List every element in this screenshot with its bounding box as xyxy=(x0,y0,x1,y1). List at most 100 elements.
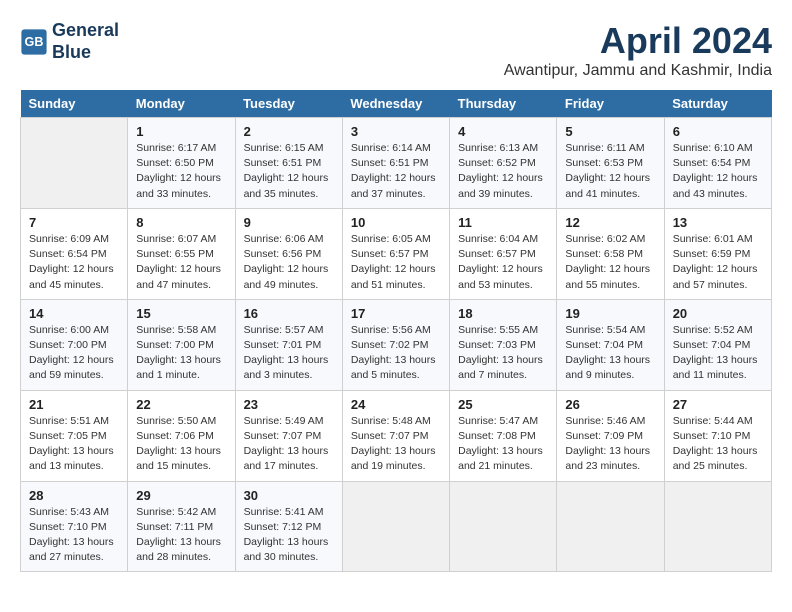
day-info: Sunrise: 6:04 AMSunset: 6:57 PMDaylight:… xyxy=(458,232,548,293)
calendar-cell: 8 Sunrise: 6:07 AMSunset: 6:55 PMDaylight… xyxy=(128,208,235,299)
calendar-header-row: SundayMondayTuesdayWednesdayThursdayFrid… xyxy=(21,90,772,118)
logo-icon: GB xyxy=(20,28,48,56)
day-number: 21 xyxy=(29,397,119,412)
day-number: 5 xyxy=(565,124,655,139)
calendar-cell: 26Sunrise: 5:46 AMSunset: 7:09 PMDayligh… xyxy=(557,390,664,481)
day-number: 11 xyxy=(458,215,548,230)
calendar-table: SundayMondayTuesdayWednesdayThursdayFrid… xyxy=(20,90,772,572)
calendar-cell: 29 Sunrise: 5:42 AMSunset: 7:11 PMDayligh… xyxy=(128,481,235,572)
calendar-cell xyxy=(342,481,449,572)
day-info: Sunrise: 5:54 AMSunset: 7:04 PMDaylight:… xyxy=(565,323,655,384)
day-number: 27 xyxy=(673,397,763,412)
day-number: 14 xyxy=(29,306,119,321)
title-block: April 2024 Awantipur, Jammu and Kashmir,… xyxy=(504,20,772,80)
day-info: Sunrise: 6:09 AMSunset: 6:54 PMDaylight:… xyxy=(29,232,119,293)
col-header-monday: Monday xyxy=(128,90,235,118)
calendar-cell: 15 Sunrise: 5:58 AMSunset: 7:00 PMDayligh… xyxy=(128,299,235,390)
day-number: 28 xyxy=(29,488,119,503)
day-number: 15 xyxy=(136,306,226,321)
calendar-cell: 4 Sunrise: 6:13 AMSunset: 6:52 PMDaylight… xyxy=(450,118,557,209)
day-info: Sunrise: 5:50 AMSunset: 7:06 PMDaylight:… xyxy=(136,414,226,475)
day-info: Sunrise: 6:17 AMSunset: 6:50 PMDaylight:… xyxy=(136,141,226,202)
col-header-friday: Friday xyxy=(557,90,664,118)
logo: GB General Blue xyxy=(20,20,119,63)
day-number: 3 xyxy=(351,124,441,139)
week-row-3: 14Sunrise: 6:00 AMSunset: 7:00 PMDayligh… xyxy=(21,299,772,390)
day-number: 6 xyxy=(673,124,763,139)
day-info: Sunrise: 5:46 AMSunset: 7:09 PMDaylight:… xyxy=(565,414,655,475)
day-number: 24 xyxy=(351,397,441,412)
calendar-cell: 6 Sunrise: 6:10 AMSunset: 6:54 PMDaylight… xyxy=(664,118,771,209)
col-header-saturday: Saturday xyxy=(664,90,771,118)
col-header-thursday: Thursday xyxy=(450,90,557,118)
day-number: 23 xyxy=(244,397,334,412)
logo-line2: Blue xyxy=(52,42,119,64)
calendar-cell: 17 Sunrise: 5:56 AMSunset: 7:02 PMDayligh… xyxy=(342,299,449,390)
day-number: 17 xyxy=(351,306,441,321)
week-row-4: 21Sunrise: 5:51 AMSunset: 7:05 PMDayligh… xyxy=(21,390,772,481)
page-header: GB General Blue April 2024 Awantipur, Ja… xyxy=(20,20,772,80)
col-header-sunday: Sunday xyxy=(21,90,128,118)
month-title: April 2024 xyxy=(504,20,772,62)
day-info: Sunrise: 5:56 AMSunset: 7:02 PMDaylight:… xyxy=(351,323,441,384)
week-row-2: 7 Sunrise: 6:09 AMSunset: 6:54 PMDaylight… xyxy=(21,208,772,299)
day-info: Sunrise: 6:11 AMSunset: 6:53 PMDaylight:… xyxy=(565,141,655,202)
calendar-cell: 20 Sunrise: 5:52 AMSunset: 7:04 PMDayligh… xyxy=(664,299,771,390)
day-number: 20 xyxy=(673,306,763,321)
day-info: Sunrise: 5:48 AMSunset: 7:07 PMDaylight:… xyxy=(351,414,441,475)
calendar-cell: 14Sunrise: 6:00 AMSunset: 7:00 PMDayligh… xyxy=(21,299,128,390)
day-number: 7 xyxy=(29,215,119,230)
calendar-cell: 1 Sunrise: 6:17 AMSunset: 6:50 PMDaylight… xyxy=(128,118,235,209)
day-info: Sunrise: 5:42 AMSunset: 7:11 PMDaylight:… xyxy=(136,505,226,566)
day-info: Sunrise: 6:07 AMSunset: 6:55 PMDaylight:… xyxy=(136,232,226,293)
calendar-cell: 19 Sunrise: 5:54 AMSunset: 7:04 PMDayligh… xyxy=(557,299,664,390)
day-info: Sunrise: 6:15 AMSunset: 6:51 PMDaylight:… xyxy=(244,141,334,202)
day-number: 29 xyxy=(136,488,226,503)
day-number: 12 xyxy=(565,215,655,230)
calendar-cell: 25Sunrise: 5:47 AMSunset: 7:08 PMDayligh… xyxy=(450,390,557,481)
day-info: Sunrise: 6:10 AMSunset: 6:54 PMDaylight:… xyxy=(673,141,763,202)
calendar-cell: 12Sunrise: 6:02 AMSunset: 6:58 PMDayligh… xyxy=(557,208,664,299)
day-info: Sunrise: 5:55 AMSunset: 7:03 PMDaylight:… xyxy=(458,323,548,384)
calendar-cell xyxy=(557,481,664,572)
calendar-cell: 9Sunrise: 6:06 AMSunset: 6:56 PMDaylight… xyxy=(235,208,342,299)
calendar-cell: 27Sunrise: 5:44 AMSunset: 7:10 PMDayligh… xyxy=(664,390,771,481)
day-info: Sunrise: 6:01 AMSunset: 6:59 PMDaylight:… xyxy=(673,232,763,293)
calendar-cell xyxy=(664,481,771,572)
day-number: 25 xyxy=(458,397,548,412)
day-number: 1 xyxy=(136,124,226,139)
day-number: 16 xyxy=(244,306,334,321)
logo-text: General Blue xyxy=(52,20,119,63)
calendar-cell: 13Sunrise: 6:01 AMSunset: 6:59 PMDayligh… xyxy=(664,208,771,299)
day-number: 8 xyxy=(136,215,226,230)
calendar-cell: 7 Sunrise: 6:09 AMSunset: 6:54 PMDaylight… xyxy=(21,208,128,299)
day-number: 22 xyxy=(136,397,226,412)
day-number: 2 xyxy=(244,124,334,139)
day-info: Sunrise: 5:49 AMSunset: 7:07 PMDaylight:… xyxy=(244,414,334,475)
day-info: Sunrise: 5:58 AMSunset: 7:00 PMDaylight:… xyxy=(136,323,226,384)
day-info: Sunrise: 6:13 AMSunset: 6:52 PMDaylight:… xyxy=(458,141,548,202)
calendar-cell: 22 Sunrise: 5:50 AMSunset: 7:06 PMDayligh… xyxy=(128,390,235,481)
day-number: 4 xyxy=(458,124,548,139)
logo-line1: General xyxy=(52,20,119,42)
day-number: 19 xyxy=(565,306,655,321)
calendar-cell: 2 Sunrise: 6:15 AMSunset: 6:51 PMDaylight… xyxy=(235,118,342,209)
calendar-cell: 10Sunrise: 6:05 AMSunset: 6:57 PMDayligh… xyxy=(342,208,449,299)
calendar-cell: 24 Sunrise: 5:48 AMSunset: 7:07 PMDayligh… xyxy=(342,390,449,481)
day-info: Sunrise: 6:05 AMSunset: 6:57 PMDaylight:… xyxy=(351,232,441,293)
day-info: Sunrise: 6:14 AMSunset: 6:51 PMDaylight:… xyxy=(351,141,441,202)
day-number: 18 xyxy=(458,306,548,321)
day-number: 30 xyxy=(244,488,334,503)
col-header-tuesday: Tuesday xyxy=(235,90,342,118)
location-subtitle: Awantipur, Jammu and Kashmir, India xyxy=(504,62,772,80)
calendar-cell: 5 Sunrise: 6:11 AMSunset: 6:53 PMDaylight… xyxy=(557,118,664,209)
day-info: Sunrise: 5:52 AMSunset: 7:04 PMDaylight:… xyxy=(673,323,763,384)
week-row-1: 1 Sunrise: 6:17 AMSunset: 6:50 PMDaylight… xyxy=(21,118,772,209)
calendar-cell: 28Sunrise: 5:43 AMSunset: 7:10 PMDayligh… xyxy=(21,481,128,572)
calendar-cell: 16 Sunrise: 5:57 AMSunset: 7:01 PMDayligh… xyxy=(235,299,342,390)
calendar-cell: 11 Sunrise: 6:04 AMSunset: 6:57 PMDayligh… xyxy=(450,208,557,299)
day-number: 9 xyxy=(244,215,334,230)
day-info: Sunrise: 5:57 AMSunset: 7:01 PMDaylight:… xyxy=(244,323,334,384)
calendar-cell: 30Sunrise: 5:41 AMSunset: 7:12 PMDayligh… xyxy=(235,481,342,572)
week-row-5: 28Sunrise: 5:43 AMSunset: 7:10 PMDayligh… xyxy=(21,481,772,572)
